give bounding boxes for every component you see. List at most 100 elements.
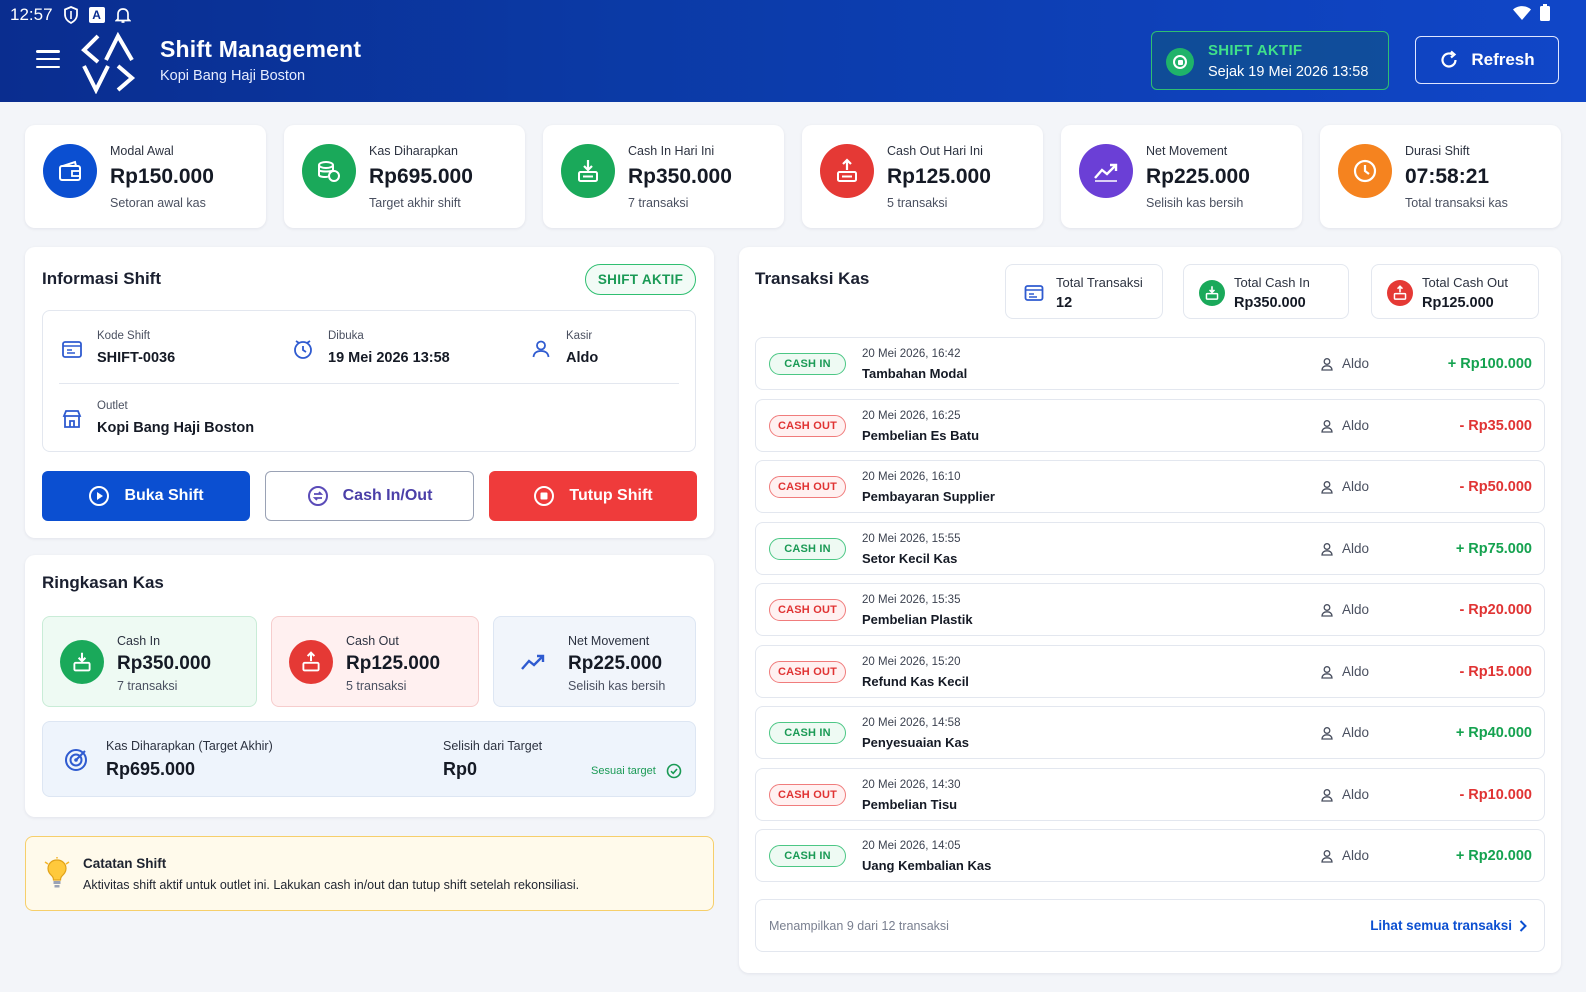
transaction-row[interactable]: CASH OUT 20 Mei 2026, 15:35 Pembelian Plas…	[755, 583, 1545, 636]
app-title: Shift Management	[160, 36, 362, 62]
transaction-user: Aldo	[1342, 725, 1370, 740]
transaction-amount: - Rp35.000	[1459, 417, 1532, 434]
diff-value: Rp0	[443, 759, 478, 779]
wallet-icon	[43, 144, 97, 198]
a-status-icon: A	[88, 7, 105, 23]
transaction-description: Pembelian Plastik	[862, 612, 973, 627]
cash-in-icon	[1199, 280, 1225, 306]
transaction-time: 20 Mei 2026, 14:58	[862, 717, 961, 729]
battery-icon	[1540, 4, 1550, 21]
open-shift-label: Buka Shift	[124, 487, 204, 504]
shift-info-box: Kode Shift SHIFT-0036 Dibuka 19 Mei 2026…	[42, 310, 696, 452]
mini-stat-value: Rp350.000	[1234, 295, 1306, 311]
note-text: Aktivitas shift aktif untuk outlet ini. …	[83, 878, 580, 892]
transaction-user: Aldo	[1342, 356, 1370, 371]
close-shift-button[interactable]: Tutup Shift	[489, 471, 697, 521]
transaction-type-badge: CASH OUT	[769, 783, 846, 806]
transaction-row[interactable]: CASH OUT 20 Mei 2026, 16:25 Pembelian Es B…	[755, 398, 1545, 452]
panel-title: Transaksi Kas	[755, 269, 870, 288]
shift-active-pill: SHIFT AKTIF	[585, 264, 696, 295]
stat-card-modal-awal: Modal Awal Rp150.000 Setoran awal kas	[25, 125, 266, 228]
diff-label: Selisih dari Target	[443, 739, 543, 753]
transaction-amount: + Rp40.000	[1455, 725, 1532, 741]
stat-label: Kas Diharapkan	[369, 144, 458, 158]
stop-circle-icon	[534, 486, 555, 506]
transactions-panel: Transaksi Kas Total Transaksi 12 Total C…	[739, 247, 1561, 973]
transaction-amount: - Rp20.000	[1459, 602, 1532, 618]
app-header: 12:57 A Shift Management Kopi Bang Haji …	[0, 0, 1586, 102]
transaction-description: Penyesuaian Kas	[862, 735, 969, 750]
chevron-right-icon[interactable]	[1518, 919, 1528, 933]
transaction-user: Aldo	[1342, 479, 1370, 494]
transaction-time: 20 Mei 2026, 14:30	[862, 778, 961, 791]
transaction-type-badge: CASH OUT	[769, 414, 846, 437]
transaction-type-badge: CASH OUT	[769, 476, 846, 498]
user-icon	[1321, 604, 1333, 617]
transaction-user: Aldo	[1342, 848, 1370, 863]
transaction-row[interactable]: CASH IN 20 Mei 2026, 16:42 Tambahan Modal A…	[755, 337, 1545, 390]
transaction-row[interactable]: CASH OUT 20 Mei 2026, 14:30 Pembelian Tisu…	[755, 767, 1545, 821]
alarm-clock-icon	[294, 340, 312, 359]
id-card-icon	[62, 341, 82, 358]
divider	[59, 383, 679, 384]
refresh-icon	[1441, 50, 1457, 68]
user-icon	[1321, 481, 1333, 494]
status-time: 12:57	[10, 5, 53, 24]
stat-value: 07:58:21	[1405, 165, 1490, 188]
transaction-row[interactable]: CASH OUT 20 Mei 2026, 16:10 Pembayaran Sup…	[755, 460, 1545, 513]
transaction-amount: - Rp15.000	[1459, 663, 1532, 680]
transaction-time: 20 Mei 2026, 16:25	[862, 409, 961, 422]
view-all-link[interactable]: Lihat semua transaksi	[1370, 918, 1512, 933]
transaction-type-badge: CASH IN	[769, 722, 846, 744]
transaction-type-badge: CASH IN	[769, 537, 846, 560]
stat-value: Rp350.000	[628, 165, 732, 188]
transaction-row[interactable]: CASH IN 20 Mei 2026, 14:58 Penyesuaian Kas…	[755, 706, 1545, 759]
shift-status-text: SHIFT AKTIF	[1208, 42, 1303, 59]
user-icon	[1321, 419, 1333, 433]
mini-stat-label: Total Cash Out	[1422, 275, 1508, 290]
store-icon	[62, 410, 82, 428]
total-transactions: Total Transaksi 12	[1005, 264, 1163, 319]
transaction-row[interactable]: CASH IN 20 Mei 2026, 15:55 Setor Kecil Kas…	[755, 521, 1545, 575]
transaction-row[interactable]: CASH IN 20 Mei 2026, 14:05 Uang Kembalian …	[755, 829, 1545, 882]
transaction-description: Pembelian Es Batu	[862, 427, 980, 443]
transaction-user: Aldo	[1342, 417, 1370, 433]
transaction-row[interactable]: CASH OUT 20 Mei 2026, 15:20 Refund Kas Kec…	[755, 644, 1545, 698]
summary-label: Cash In	[117, 634, 161, 648]
info-label: Kode Shift	[97, 330, 151, 342]
transaction-description: Setor Kecil Kas	[862, 550, 958, 566]
shift-status-badge: SHIFT AKTIF Sejak 19 Mei 2026 13:58	[1151, 31, 1389, 90]
shield-icon	[63, 6, 78, 24]
stat-sub: Setoran awal kas	[110, 196, 206, 210]
total-cash-in: Total Cash In Rp350.000	[1183, 264, 1349, 319]
transaction-user: Aldo	[1342, 602, 1370, 617]
target-value: Rp695.000	[106, 759, 196, 779]
stat-card-cash-in: Cash In Hari Ini Rp350.000 7 transaksi	[543, 125, 784, 228]
transaction-time: 20 Mei 2026, 15:35	[862, 594, 961, 606]
stat-label: Modal Awal	[110, 144, 174, 158]
summary-value: Rp350.000	[117, 653, 212, 674]
cash-in-icon	[60, 640, 104, 684]
summary-sub: 7 transaksi	[117, 679, 178, 693]
open-shift-button[interactable]: Buka Shift	[42, 471, 250, 521]
info-value: Aldo	[566, 350, 599, 366]
menu-icon[interactable]	[36, 50, 60, 68]
summary-net-movement: Net Movement Rp225.000 Selisih kas bersi…	[493, 616, 696, 707]
transaction-user: Aldo	[1342, 540, 1370, 556]
stat-sub: Target akhir shift	[369, 196, 461, 210]
stat-sub: Total transaksi kas	[1405, 196, 1508, 210]
summary-sub: 5 transaksi	[346, 679, 407, 693]
stat-value: Rp225.000	[1146, 165, 1250, 188]
refresh-button[interactable]: Refresh	[1415, 36, 1559, 84]
transaction-time: 20 Mei 2026, 15:55	[862, 532, 961, 545]
transaction-amount: - Rp10.000	[1459, 786, 1532, 803]
target-label: Kas Diharapkan (Target Akhir)	[106, 739, 273, 753]
stat-label: Cash In Hari Ini	[628, 144, 715, 158]
cash-in-out-button[interactable]: Cash In/Out	[265, 471, 474, 521]
transaction-amount: - Rp50.000	[1459, 479, 1532, 495]
note-title: Catatan Shift	[83, 856, 167, 871]
stat-card-cash-out: Cash Out Hari Ini Rp125.000 5 transaksi	[802, 125, 1043, 228]
transaction-amount: + Rp75.000	[1455, 540, 1532, 557]
cash-out-icon	[1387, 280, 1413, 306]
stat-card-net-movement: Net Movement Rp225.000 Selisih kas bersi…	[1061, 125, 1302, 228]
